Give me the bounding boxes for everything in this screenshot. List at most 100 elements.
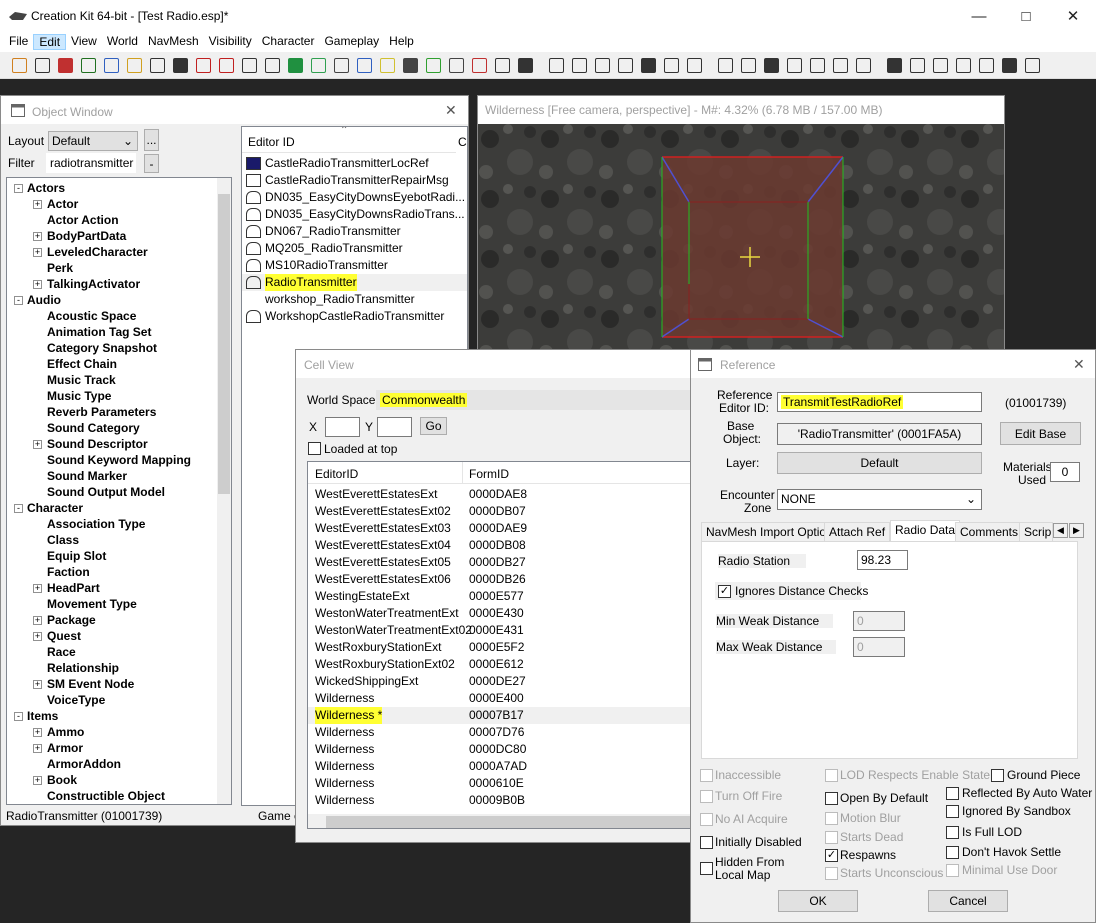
list-item[interactable]: CastleRadioTransmitterLocRef: [242, 155, 467, 172]
starts-unconscious-checkbox[interactable]: [825, 867, 838, 880]
toolbar-tool-icon[interactable]: [35, 57, 50, 73]
tree-scrollbar[interactable]: [217, 178, 231, 804]
tree-item[interactable]: Relationship: [47, 660, 119, 676]
tree-item[interactable]: Ammo: [47, 724, 84, 740]
ignores-distance-checkbox[interactable]: ✓: [718, 585, 731, 598]
tree-item[interactable]: Character: [27, 500, 83, 516]
table-row[interactable]: WestEverettEstatesExt04 0000DB08: [308, 537, 695, 554]
toolbar-tool-icon[interactable]: [58, 57, 73, 73]
tree-item[interactable]: Sound Output Model: [47, 484, 165, 500]
toolbar-tool-icon[interactable]: [687, 57, 702, 73]
toolbar-tool-icon[interactable]: [426, 57, 441, 73]
ignored-by-sandbox-checkbox[interactable]: [946, 805, 959, 818]
toolbar-tool-icon[interactable]: [833, 57, 848, 73]
toolbar-tool-icon[interactable]: [664, 57, 679, 73]
minimize-icon[interactable]: —: [956, 0, 1002, 32]
tree-item[interactable]: Music Type: [47, 388, 111, 404]
table-row[interactable]: WestRoxburyStationExt 0000E5F2: [308, 639, 695, 656]
tree-item[interactable]: ArmorAddon: [47, 756, 121, 772]
expand-icon[interactable]: +: [33, 200, 42, 209]
render-viewport[interactable]: [478, 124, 1004, 352]
table-row[interactable]: WestEverettEstatesExt02 0000DB07: [308, 503, 695, 520]
table-row[interactable]: WestEverettEstatesExt05 0000DB27: [308, 554, 695, 571]
close-icon[interactable]: ✕: [445, 102, 457, 119]
collapse-icon[interactable]: -: [14, 296, 23, 305]
toolbar-tool-icon[interactable]: [380, 57, 395, 73]
list-item[interactable]: WorkshopCastleRadioTransmitter: [242, 308, 467, 325]
table-row[interactable]: WestRoxburyStationExt02 0000E612: [308, 656, 695, 673]
toolbar-tool-icon[interactable]: [288, 57, 303, 73]
table-row[interactable]: WestonWaterTreatmentExt02 0000E431: [308, 622, 695, 639]
scroll-thumb[interactable]: [326, 816, 695, 828]
table-row[interactable]: Wilderness 0000DC80: [308, 741, 695, 758]
menu-edit[interactable]: Edit: [33, 34, 67, 50]
maximize-icon[interactable]: □: [1003, 0, 1049, 32]
is-full-lod-checkbox[interactable]: [946, 826, 959, 839]
tree-item[interactable]: Class: [47, 532, 79, 548]
list-item[interactable]: CastleRadioTransmitterRepairMsg: [242, 172, 467, 189]
toolbar-tool-icon[interactable]: [518, 57, 533, 73]
tree-item[interactable]: HeadPart: [47, 580, 100, 596]
toolbar-tool-icon[interactable]: [856, 57, 871, 73]
toolbar-tool-icon[interactable]: [403, 57, 418, 73]
toolbar-tool-icon[interactable]: [618, 57, 633, 73]
tree-item[interactable]: Sound Marker: [47, 468, 127, 484]
collapse-icon[interactable]: -: [14, 712, 23, 721]
tab-attach-ref[interactable]: Attach Ref: [824, 522, 891, 541]
radio-station-input[interactable]: 98.23: [857, 550, 908, 570]
toolbar-tool-icon[interactable]: [265, 57, 280, 73]
list-item[interactable]: DN067_RadioTransmitter: [242, 223, 467, 240]
turn-off-fire-checkbox[interactable]: [700, 790, 713, 803]
table-row[interactable]: Wilderness 0000E400: [308, 690, 695, 707]
tree-item[interactable]: VoiceType: [47, 692, 105, 708]
tree-item[interactable]: Items: [27, 708, 58, 724]
scroll-thumb[interactable]: [218, 194, 230, 494]
toolbar-tool-icon[interactable]: [887, 57, 902, 73]
toolbar-tool-icon[interactable]: [219, 57, 234, 73]
filter-clear-button[interactable]: -: [144, 154, 159, 173]
cell-list[interactable]: EditorID ⌃ FormID WestEverettEstatesExt 0…: [307, 461, 696, 829]
toolbar-tool-icon[interactable]: [334, 57, 349, 73]
toolbar-tool-icon[interactable]: [150, 57, 165, 73]
toolbar-tool-icon[interactable]: [196, 57, 211, 73]
toolbar-tool-icon[interactable]: [242, 57, 257, 73]
layout-options-button[interactable]: ...: [144, 129, 159, 151]
tree-item[interactable]: Effect Chain: [47, 356, 117, 372]
layer-button[interactable]: Default: [777, 452, 982, 474]
toolbar-tool-icon[interactable]: [1002, 57, 1017, 73]
starts-dead-checkbox[interactable]: [825, 831, 838, 844]
collapse-icon[interactable]: -: [14, 184, 23, 193]
tree-item[interactable]: BodyPartData: [47, 228, 126, 244]
minimal-use-door-checkbox[interactable]: [946, 864, 959, 877]
cancel-button[interactable]: Cancel: [928, 890, 1008, 912]
expand-icon[interactable]: +: [33, 744, 42, 753]
tree-item[interactable]: Movement Type: [47, 596, 137, 612]
tab-scroll-left-icon[interactable]: ◀: [1053, 523, 1068, 538]
loaded-at-top-checkbox[interactable]: [308, 442, 321, 455]
tree-item[interactable]: Category Snapshot: [47, 340, 157, 356]
max-weak-input[interactable]: 0: [853, 637, 905, 657]
collapse-icon[interactable]: -: [14, 504, 23, 513]
tree-item[interactable]: Constructible Object: [47, 788, 165, 804]
hidden-from-local-map-checkbox[interactable]: [700, 862, 713, 875]
menu-gameplay[interactable]: Gameplay: [319, 34, 384, 50]
expand-icon[interactable]: +: [33, 248, 42, 257]
encounter-zone-select[interactable]: NONE ⌄: [777, 489, 982, 510]
go-button[interactable]: Go: [420, 417, 447, 435]
toolbar-tool-icon[interactable]: [104, 57, 119, 73]
toolbar-tool-icon[interactable]: [127, 57, 142, 73]
toolbar-tool-icon[interactable]: [787, 57, 802, 73]
toolbar-tool-icon[interactable]: [449, 57, 464, 73]
toolbar-tool-icon[interactable]: [741, 57, 756, 73]
world-space-select[interactable]: Commonwealth: [376, 390, 694, 410]
tree-item[interactable]: Perk: [47, 260, 73, 276]
table-row[interactable]: WickedShippingExt 0000DE27: [308, 673, 695, 690]
table-row[interactable]: Wilderness 0000A7AD: [308, 758, 695, 775]
toolbar-tool-icon[interactable]: [910, 57, 925, 73]
list-item[interactable]: MQ205_RadioTransmitter: [242, 240, 467, 257]
toolbar-tool-icon[interactable]: [311, 57, 326, 73]
dont-havok-settle-checkbox[interactable]: [946, 846, 959, 859]
layout-select[interactable]: Default ⌄: [48, 131, 138, 151]
tree-item[interactable]: Book: [47, 772, 77, 788]
tree-item[interactable]: LeveledCharacter: [47, 244, 148, 260]
